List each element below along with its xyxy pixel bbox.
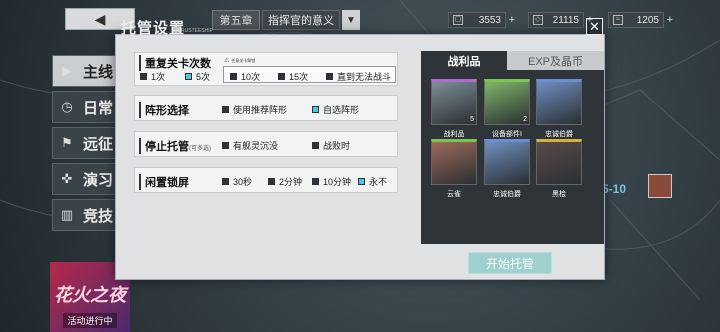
play-icon: ▶: [62, 63, 72, 78]
menu-label: 远征: [83, 135, 114, 153]
formation-label: 阵形选择: [139, 102, 189, 118]
item-count: 2: [523, 116, 527, 123]
formation-option-recommended[interactable]: 使用推荐阵形: [222, 103, 287, 116]
option-label: 1次: [151, 72, 166, 82]
stop-option-sunk[interactable]: 有舰灵沉没: [222, 139, 278, 152]
checkbox[interactable]: [358, 178, 365, 185]
option-label: 15次: [289, 72, 309, 82]
dialog-subtitle: TRUSTEESHIP: [178, 28, 214, 34]
checkbox[interactable]: [222, 142, 229, 149]
item-name: 黑桧: [552, 191, 566, 198]
menu-label: 竞技: [83, 207, 114, 225]
start-trusteeship-button[interactable]: 开始托管: [468, 252, 552, 274]
crosshair-icon: ✜: [61, 171, 73, 186]
event-logo: 花火之夜: [54, 285, 126, 305]
tab-loot[interactable]: 战利品: [421, 51, 507, 70]
option-label: 有舰灵沉没: [233, 141, 279, 151]
warning-icon: ⚠: [224, 58, 230, 64]
warning-text: 任意关卡解锁: [231, 57, 256, 63]
wifi-icon: ≈: [613, 15, 623, 25]
repeat-option-5[interactable]: 5次: [185, 70, 210, 83]
gem-icon: ◇: [533, 15, 543, 25]
formation-option-custom[interactable]: 自选阵形: [312, 103, 359, 116]
avatar: [648, 174, 672, 198]
idle-option-10m[interactable]: 10分钟: [312, 175, 351, 188]
item-count: 5: [470, 116, 474, 123]
option-label: 自选阵形: [323, 105, 360, 115]
item-name: 云雀: [447, 191, 461, 198]
menu-label: 主线: [83, 63, 114, 81]
close-button[interactable]: ✕: [586, 18, 603, 35]
option-label: 使用推荐阵形: [233, 105, 288, 115]
dialog-title: 托管设置: [121, 20, 186, 37]
checkbox[interactable]: [312, 142, 319, 149]
tab-exp-coins[interactable]: EXP及晶币: [507, 51, 604, 70]
option-label: 10次: [241, 72, 261, 82]
chevron-down-icon[interactable]: ▼: [342, 10, 360, 30]
stop-option-defeat[interactable]: 战败时: [312, 139, 350, 152]
loot-slot[interactable]: [536, 139, 582, 185]
resource-value: 1205: [636, 14, 659, 26]
checkbox[interactable]: [230, 73, 237, 80]
resource-wifi: ≈ 1205 +: [608, 12, 673, 28]
back-arrow-icon: ◀: [94, 10, 106, 27]
loot-slot[interactable]: [484, 139, 530, 185]
add-icon[interactable]: +: [667, 14, 673, 26]
repeat-option-until[interactable]: 直到无法战斗: [326, 70, 391, 83]
resource-value: 3553: [478, 14, 501, 26]
resource-ticket: ▢ 3553 +: [448, 12, 515, 28]
repeat-option-15[interactable]: 15次: [278, 70, 308, 83]
checkbox[interactable]: [326, 73, 333, 80]
idle-option-never[interactable]: 永不: [358, 175, 387, 188]
flag-icon: ⚑: [61, 135, 73, 150]
checkbox[interactable]: [222, 178, 229, 185]
loot-slot[interactable]: [431, 139, 477, 185]
checkbox[interactable]: [140, 73, 147, 80]
menu-label: 日常: [83, 99, 114, 117]
option-label: 2分钟: [279, 177, 303, 187]
option-label: 永不: [369, 177, 388, 187]
item-name: 忠诚伯爵: [493, 191, 521, 198]
stop-note: (可多选): [189, 146, 211, 152]
repeat-label: 重复关卡次数: [139, 55, 211, 71]
checkbox[interactable]: [312, 106, 319, 113]
option-label: 30秒: [233, 177, 253, 187]
loot-slot[interactable]: 5: [431, 79, 477, 125]
loot-slot[interactable]: 2: [484, 79, 530, 125]
option-label: 战败时: [323, 141, 351, 151]
repeat-option-10[interactable]: 10次: [230, 70, 260, 83]
item-name: 战利品: [443, 131, 465, 138]
idle-option-2m[interactable]: 2分钟: [268, 175, 302, 188]
resource-value: 21115: [552, 14, 579, 26]
option-label: 直到无法战斗: [337, 72, 392, 82]
idle-label: 闲置锁屏: [139, 174, 189, 190]
checkbox[interactable]: [312, 178, 319, 185]
add-icon[interactable]: +: [509, 14, 515, 26]
resource-gem: ◇ 21115 +: [528, 12, 593, 28]
idle-option-30s[interactable]: 30秒: [222, 175, 252, 188]
menu-label: 演习: [83, 171, 114, 189]
repeat-option-1[interactable]: 1次: [140, 70, 165, 83]
clock-icon: ◷: [61, 99, 73, 114]
option-label: 10分钟: [323, 177, 352, 187]
item-name: 忠诚伯爵: [545, 131, 573, 138]
checkbox[interactable]: [278, 73, 285, 80]
stop-label-text: 停止托管: [145, 141, 189, 153]
ticket-icon: ▢: [453, 15, 463, 25]
loot-slot[interactable]: [536, 79, 582, 125]
chapter-label: 第五章: [212, 10, 260, 30]
item-name: 设备部件I: [492, 131, 522, 138]
checkbox[interactable]: [185, 73, 192, 80]
stop-label: 停止托管(可多选): [139, 138, 211, 154]
warning-note: ⚠ 任意关卡解锁: [224, 57, 256, 65]
stage-name: 指挥官的意义: [262, 10, 340, 30]
event-status: 活动进行中: [63, 313, 117, 328]
bars-icon: ▥: [60, 207, 74, 222]
stage-node-label[interactable]: 5-10: [602, 182, 626, 196]
checkbox[interactable]: [222, 106, 229, 113]
option-label: 5次: [196, 72, 211, 82]
checkbox[interactable]: [268, 178, 275, 185]
